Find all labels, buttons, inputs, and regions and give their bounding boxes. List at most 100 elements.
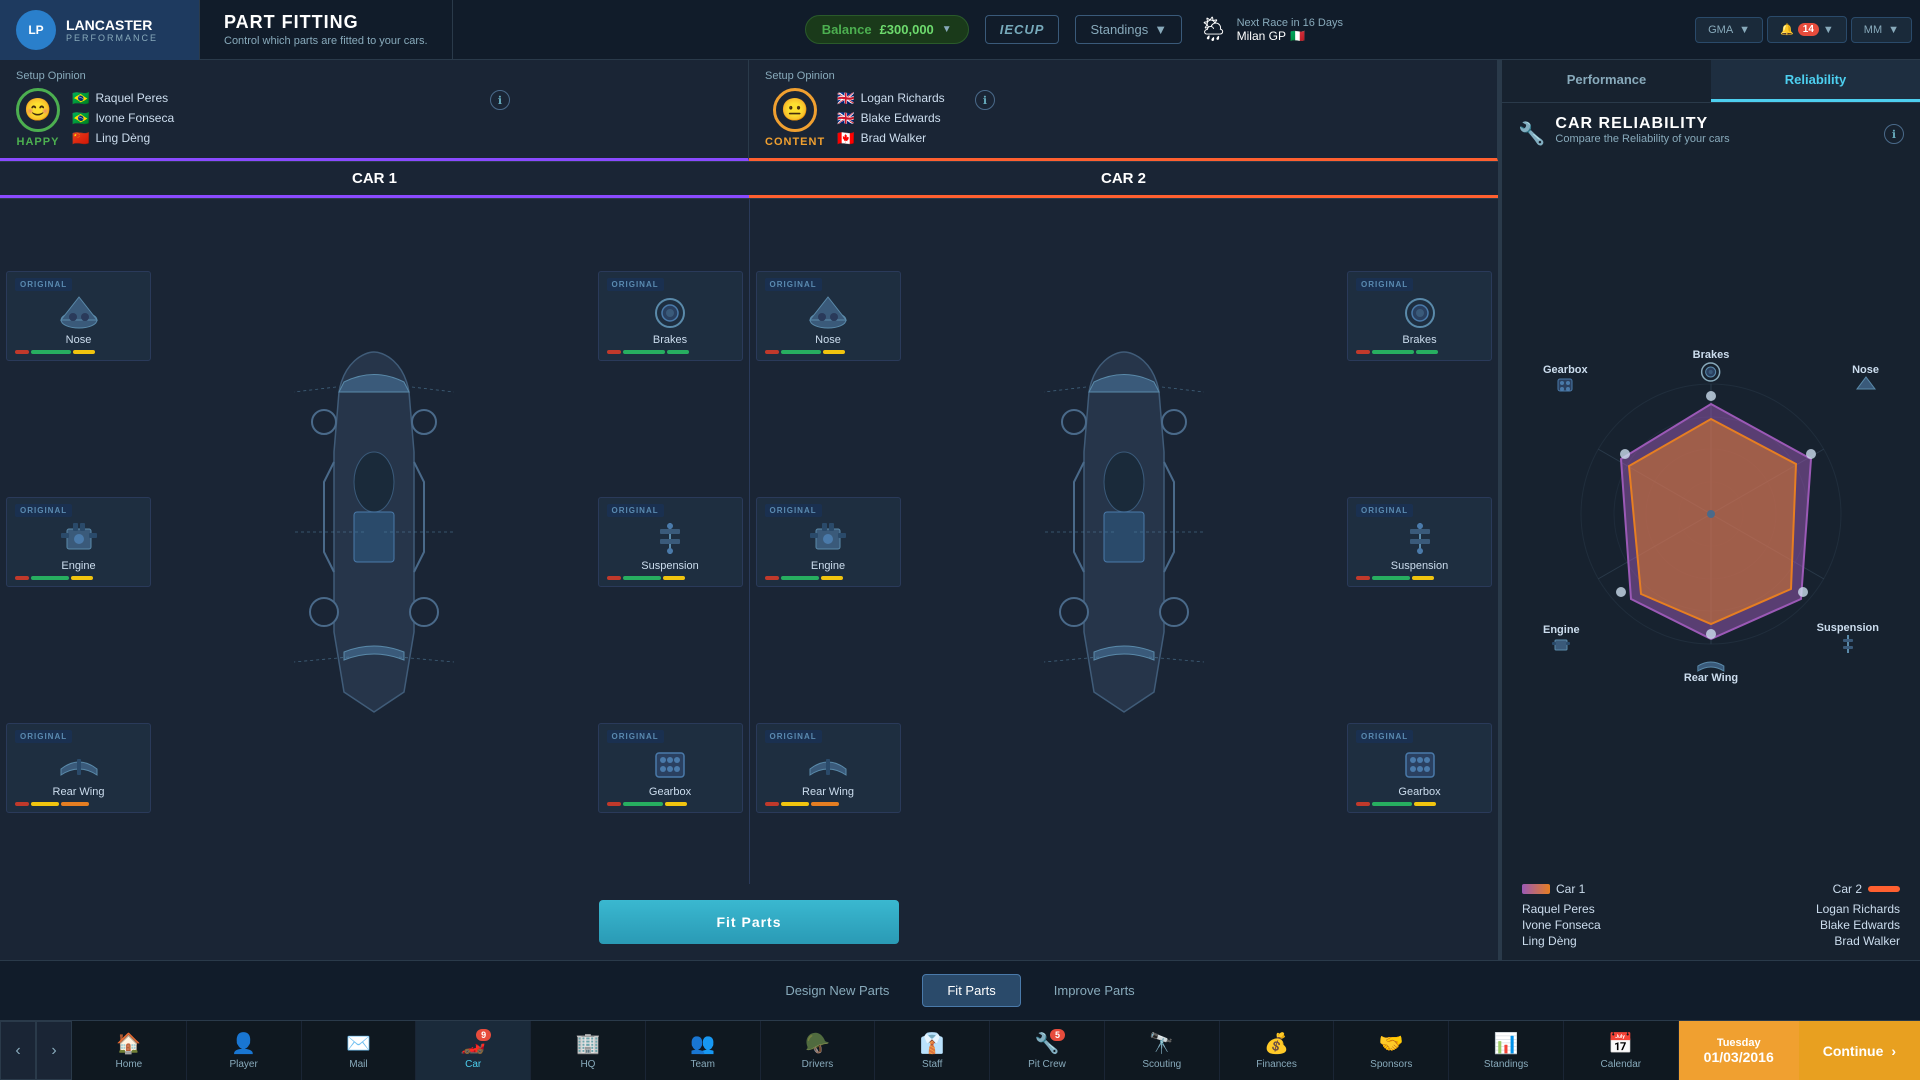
car1-driver-1: 🇧🇷 Raquel Peres bbox=[72, 90, 174, 107]
car1-engine-bars bbox=[15, 576, 142, 580]
car2-nose-part[interactable]: ORIGINAL Nose bbox=[756, 271, 901, 361]
nav-item-hq[interactable]: 🏢 HQ bbox=[531, 1021, 646, 1080]
tab-design-new-parts[interactable]: Design New Parts bbox=[760, 974, 914, 1007]
car2-rear-wing-part[interactable]: ORIGINAL Rear Wing bbox=[756, 723, 901, 813]
nav-item-standings[interactable]: 📊 Standings bbox=[1449, 1021, 1564, 1080]
car2-legend-header: Car 2 bbox=[1816, 882, 1900, 896]
car1-brakes-icon bbox=[650, 295, 690, 330]
car1-suspension-part[interactable]: ORIGINAL Suspension bbox=[598, 497, 743, 587]
tab-performance[interactable]: Performance bbox=[1502, 60, 1711, 102]
car2-brakes-part[interactable]: ORIGINAL Brakes bbox=[1347, 271, 1492, 361]
nav-item-car[interactable]: 🏎️ Car 9 bbox=[416, 1021, 531, 1080]
car2-title: CAR 2 bbox=[749, 162, 1498, 198]
car1-nose-part[interactable]: ORIGINAL Nose bbox=[6, 271, 151, 361]
car2-suspension-part[interactable]: ORIGINAL Suspension bbox=[1347, 497, 1492, 587]
car2-driver-3: 🇨🇦 Brad Walker bbox=[837, 130, 945, 147]
car1-mood-label: HAPPY bbox=[17, 136, 60, 148]
nav-drivers-label: Drivers bbox=[802, 1059, 834, 1070]
car1-rear-wing-part[interactable]: ORIGINAL Rear Wing bbox=[6, 723, 151, 813]
car2-drivers-list: 🇬🇧 Logan Richards 🇬🇧 Blake Edwards 🇨🇦 Br… bbox=[837, 90, 945, 147]
nav-home-label: Home bbox=[116, 1059, 143, 1070]
nav-item-finances[interactable]: 💰 Finances bbox=[1220, 1021, 1335, 1080]
hq-icon: 🏢 bbox=[575, 1031, 600, 1056]
tab-fit-parts[interactable]: Fit Parts bbox=[922, 974, 1020, 1007]
sponsors-icon: 🤝 bbox=[1379, 1031, 1404, 1056]
balance-label: Balance bbox=[822, 22, 872, 37]
car1-suspension-name: Suspension bbox=[641, 560, 699, 572]
nav-item-scouting[interactable]: 🔭 Scouting bbox=[1105, 1021, 1220, 1080]
main-content: Setup Opinion 😊 HAPPY 🇧🇷 Raquel Peres bbox=[0, 60, 1920, 960]
notifications-button[interactable]: 🔔 14 ▼ bbox=[1767, 16, 1847, 43]
car1-rear-wing-name: Rear Wing bbox=[53, 786, 105, 798]
car2-engine-part[interactable]: ORIGINAL Engine bbox=[756, 497, 901, 587]
continue-button[interactable]: Continue › bbox=[1799, 1021, 1920, 1080]
right-panel: Performance Reliability 🔧 CAR RELIABILIT… bbox=[1500, 60, 1920, 960]
car2-rear-wing-icon bbox=[808, 747, 848, 782]
nav-item-calendar[interactable]: 📅 Calendar bbox=[1564, 1021, 1679, 1080]
car2-rear-wing-badge: ORIGINAL bbox=[765, 730, 822, 743]
car2-info-icon[interactable]: ℹ bbox=[975, 90, 995, 110]
car1-suspension-badge: ORIGINAL bbox=[607, 504, 664, 517]
nav-pit-crew-label: Pit Crew bbox=[1028, 1059, 1066, 1070]
nav-item-sponsors[interactable]: 🤝 Sponsors bbox=[1334, 1021, 1449, 1080]
nav-scouting-label: Scouting bbox=[1142, 1059, 1181, 1070]
car1-legend-driver-1: Raquel Peres bbox=[1522, 902, 1601, 916]
car1-legend-driver-2: Ivone Fonseca bbox=[1522, 918, 1601, 932]
nav-mail-label: Mail bbox=[349, 1059, 367, 1070]
car1-gearbox-badge: ORIGINAL bbox=[607, 730, 664, 743]
standings-icon: 📊 bbox=[1494, 1031, 1519, 1056]
car-nav-badge: 9 bbox=[476, 1029, 491, 1041]
car1-info-icon[interactable]: ℹ bbox=[490, 90, 510, 110]
reliability-subtitle: Compare the Reliability of your cars bbox=[1555, 133, 1729, 145]
nav-item-pit-crew[interactable]: 🔧 Pit Crew 5 bbox=[990, 1021, 1105, 1080]
car1-engine-name: Engine bbox=[61, 560, 95, 572]
nav-staff-label: Staff bbox=[922, 1059, 942, 1070]
car2-nose-badge: ORIGINAL bbox=[765, 278, 822, 291]
reliability-info-icon[interactable]: ℹ bbox=[1884, 124, 1904, 144]
fit-parts-button[interactable]: Fit Parts bbox=[599, 900, 899, 944]
car1-mood-face: 😊 bbox=[16, 88, 60, 132]
car1-brakes-part[interactable]: ORIGINAL Brakes bbox=[598, 271, 743, 361]
car1-gearbox-bars bbox=[607, 802, 734, 806]
car2-brakes-bars bbox=[1356, 350, 1483, 354]
car1-gearbox-part[interactable]: ORIGINAL Gearbox bbox=[598, 723, 743, 813]
car1-nose-name: Nose bbox=[66, 334, 92, 346]
tab-reliability[interactable]: Reliability bbox=[1711, 60, 1920, 102]
car2-driver-2: 🇬🇧 Blake Edwards bbox=[837, 110, 945, 127]
nav-finances-label: Finances bbox=[1256, 1059, 1297, 1070]
tab-improve-parts[interactable]: Improve Parts bbox=[1029, 974, 1160, 1007]
team-icon: 👥 bbox=[690, 1031, 715, 1056]
gma-button[interactable]: GMA ▼ bbox=[1695, 17, 1763, 43]
nav-item-home[interactable]: 🏠 Home bbox=[72, 1021, 187, 1080]
cars-container: ORIGINAL Nose ORIGINAL bbox=[0, 199, 1498, 884]
car2-suspension-bars bbox=[1356, 576, 1483, 580]
nav-item-drivers[interactable]: 🪖 Drivers bbox=[761, 1021, 876, 1080]
nav-item-player[interactable]: 👤 Player bbox=[187, 1021, 302, 1080]
top-right: GMA ▼ 🔔 14 ▼ MM ▼ bbox=[1695, 16, 1920, 43]
car1-nose-icon bbox=[59, 295, 99, 330]
nav-player-label: Player bbox=[229, 1059, 257, 1070]
car2-gearbox-part[interactable]: ORIGINAL Gearbox bbox=[1347, 723, 1492, 813]
series-button[interactable]: IECUP bbox=[985, 15, 1060, 44]
car2-gearbox-icon bbox=[1400, 747, 1440, 782]
chevron-down-icon[interactable]: ▼ bbox=[942, 24, 952, 35]
balance-button[interactable]: Balance £300,000 ▼ bbox=[805, 15, 969, 44]
car2-parts: ORIGINAL Nose ORIGINAL bbox=[756, 205, 1493, 878]
car2-brakes-badge: ORIGINAL bbox=[1356, 278, 1413, 291]
car2-legend-driver-1: Logan Richards bbox=[1816, 902, 1900, 916]
nav-item-staff[interactable]: 👔 Staff bbox=[875, 1021, 990, 1080]
car-panel: Setup Opinion 😊 HAPPY 🇧🇷 Raquel Peres bbox=[0, 60, 1500, 960]
nav-prev-button[interactable]: ‹ bbox=[0, 1021, 36, 1080]
standings-button[interactable]: Standings ▼ bbox=[1075, 15, 1182, 44]
car2-setup-label: Setup Opinion bbox=[765, 70, 1481, 82]
car2-nose-bars bbox=[765, 350, 892, 354]
car2-mood-label: CONTENT bbox=[765, 136, 825, 148]
profile-button[interactable]: MM ▼ bbox=[1851, 17, 1912, 43]
nav-next-button[interactable]: › bbox=[36, 1021, 72, 1080]
car1-suspension-icon bbox=[650, 521, 690, 556]
nav-item-team[interactable]: 👥 Team bbox=[646, 1021, 761, 1080]
car1-engine-part[interactable]: ORIGINAL Engine bbox=[6, 497, 151, 587]
car2-engine-icon bbox=[808, 521, 848, 556]
race-info: Next Race in 16 Days Milan GP 🇮🇹 bbox=[1237, 17, 1343, 43]
nav-item-mail[interactable]: ✉️ Mail bbox=[302, 1021, 417, 1080]
